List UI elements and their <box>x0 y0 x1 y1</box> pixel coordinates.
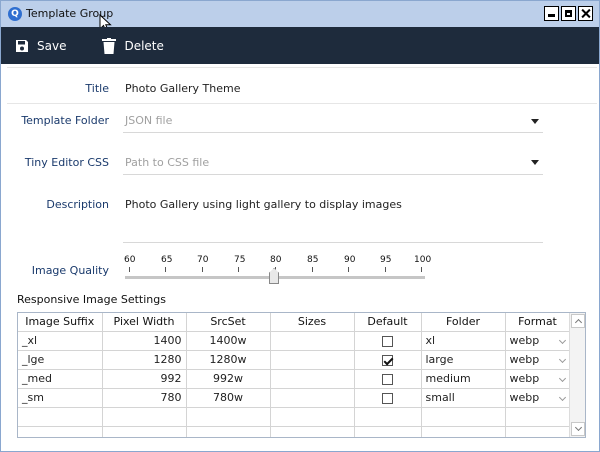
tick-label: 80 <box>270 255 282 265</box>
chevron-down-icon[interactable] <box>558 355 566 363</box>
srcset-cell[interactable]: 1400w <box>186 331 271 351</box>
folder-cell[interactable]: xl <box>421 331 506 351</box>
responsive-image-grid: Image Suffix Pixel Width SrcSet Sizes De… <box>17 312 586 438</box>
title-bar: Q Template Group <box>1 1 599 33</box>
suffix-cell[interactable]: _xl <box>18 331 103 351</box>
tick-label: 65 <box>161 255 173 265</box>
column-header[interactable]: Image Suffix <box>18 313 103 332</box>
sizes-cell[interactable] <box>270 388 355 408</box>
default-checkbox[interactable] <box>382 335 393 347</box>
format-cell[interactable]: webp <box>505 388 571 408</box>
tick-label: 90 <box>344 255 356 265</box>
title-label: Title <box>85 82 109 95</box>
chevron-down-icon[interactable] <box>531 119 539 124</box>
table-row[interactable]: _sm 780 780w small webp <box>18 388 571 408</box>
srcset-cell[interactable]: 1280w <box>186 350 271 370</box>
tick-label: 60 <box>124 255 136 265</box>
chevron-down-icon[interactable] <box>531 160 539 165</box>
table-row[interactable]: _med 992 992w medium webp <box>18 369 571 389</box>
save-icon <box>16 39 28 52</box>
format-value: webp <box>509 353 540 366</box>
template-folder-underline <box>123 132 543 133</box>
template-folder-select[interactable]: JSON file <box>125 114 172 127</box>
title-input[interactable]: Photo Gallery Theme <box>125 82 241 95</box>
column-header[interactable]: Format <box>505 313 571 332</box>
default-checkbox[interactable] <box>382 392 393 404</box>
description-label: Description <box>46 198 109 211</box>
delete-label: Delete <box>124 38 164 53</box>
scroll-down-icon[interactable] <box>571 422 585 436</box>
default-checkbox[interactable] <box>382 354 393 366</box>
folder-cell[interactable]: small <box>421 388 506 408</box>
column-header[interactable]: Sizes <box>270 313 355 332</box>
tick-label: 100 <box>414 255 432 265</box>
format-value: webp <box>509 372 540 385</box>
suffix-cell[interactable]: _lge <box>18 350 103 370</box>
maximize-button[interactable] <box>561 6 576 21</box>
tick-label: 75 <box>234 255 246 265</box>
tick-label: 70 <box>197 255 209 265</box>
tiny-editor-css-select[interactable]: Path to CSS file <box>125 156 209 169</box>
sizes-cell[interactable] <box>270 331 355 351</box>
description-underline <box>123 242 543 243</box>
save-button[interactable]: Save <box>15 39 66 53</box>
image-quality-label: Image Quality <box>31 264 109 277</box>
default-cell <box>354 331 422 351</box>
format-cell[interactable]: webp <box>505 369 571 389</box>
window-controls <box>544 6 593 21</box>
tick-label: 85 <box>307 255 319 265</box>
chevron-down-icon[interactable] <box>558 336 566 344</box>
pixel-width-cell[interactable]: 1400 <box>102 331 187 351</box>
close-button[interactable] <box>578 6 593 21</box>
pixel-width-cell[interactable]: 780 <box>102 388 187 408</box>
column-header[interactable]: Folder <box>421 313 506 332</box>
vertical-scrollbar[interactable] <box>569 313 585 437</box>
srcset-cell[interactable]: 780w <box>186 388 271 408</box>
format-value: webp <box>509 391 540 404</box>
format-value: webp <box>509 334 540 347</box>
column-header[interactable]: Default <box>354 313 422 332</box>
folder-cell[interactable]: medium <box>421 369 506 389</box>
format-cell[interactable]: webp <box>505 350 571 370</box>
folder-cell[interactable]: large <box>421 350 506 370</box>
responsive-settings-title: Responsive Image Settings <box>17 293 166 306</box>
sizes-cell[interactable] <box>270 369 355 389</box>
suffix-cell[interactable]: _sm <box>18 388 103 408</box>
template-folder-label: Template Folder <box>21 114 109 127</box>
trash-icon <box>102 37 117 54</box>
save-label: Save <box>37 38 67 53</box>
default-checkbox[interactable] <box>382 373 393 385</box>
toolbar: Save Delete <box>1 27 599 64</box>
pixel-width-cell[interactable]: 1280 <box>102 350 187 370</box>
default-cell <box>354 369 422 389</box>
format-cell[interactable]: webp <box>505 331 571 351</box>
empty-row[interactable] <box>18 426 571 437</box>
divider <box>7 103 597 104</box>
description-textarea[interactable]: Photo Gallery using light gallery to dis… <box>125 198 402 211</box>
empty-row[interactable] <box>18 407 571 427</box>
chevron-down-icon[interactable] <box>558 393 566 401</box>
grid-header-row: Image Suffix Pixel Width SrcSet Sizes De… <box>18 313 571 332</box>
column-header[interactable]: SrcSet <box>186 313 271 332</box>
tick-label: 95 <box>380 255 392 265</box>
minimize-button[interactable] <box>544 6 559 21</box>
suffix-cell[interactable]: _med <box>18 369 103 389</box>
scroll-up-icon[interactable] <box>571 314 585 328</box>
default-cell <box>354 388 422 408</box>
column-header[interactable]: Pixel Width <box>102 313 187 332</box>
tiny-editor-css-label: Tiny Editor CSS <box>24 156 109 169</box>
template-group-window: Q Template Group Save Delete Title Photo… <box>0 0 600 452</box>
chevron-down-icon[interactable] <box>558 374 566 382</box>
divider <box>7 67 597 68</box>
table-row[interactable]: _lge 1280 1280w large webp <box>18 350 571 370</box>
tiny-editor-css-underline <box>123 174 543 175</box>
table-row[interactable]: _xl 1400 1400w xl webp <box>18 331 571 351</box>
default-cell <box>354 350 422 370</box>
delete-button[interactable]: Delete <box>102 37 164 54</box>
sizes-cell[interactable] <box>270 350 355 370</box>
srcset-cell[interactable]: 992w <box>186 369 271 389</box>
pixel-width-cell[interactable]: 992 <box>102 369 187 389</box>
app-icon: Q <box>8 7 22 21</box>
